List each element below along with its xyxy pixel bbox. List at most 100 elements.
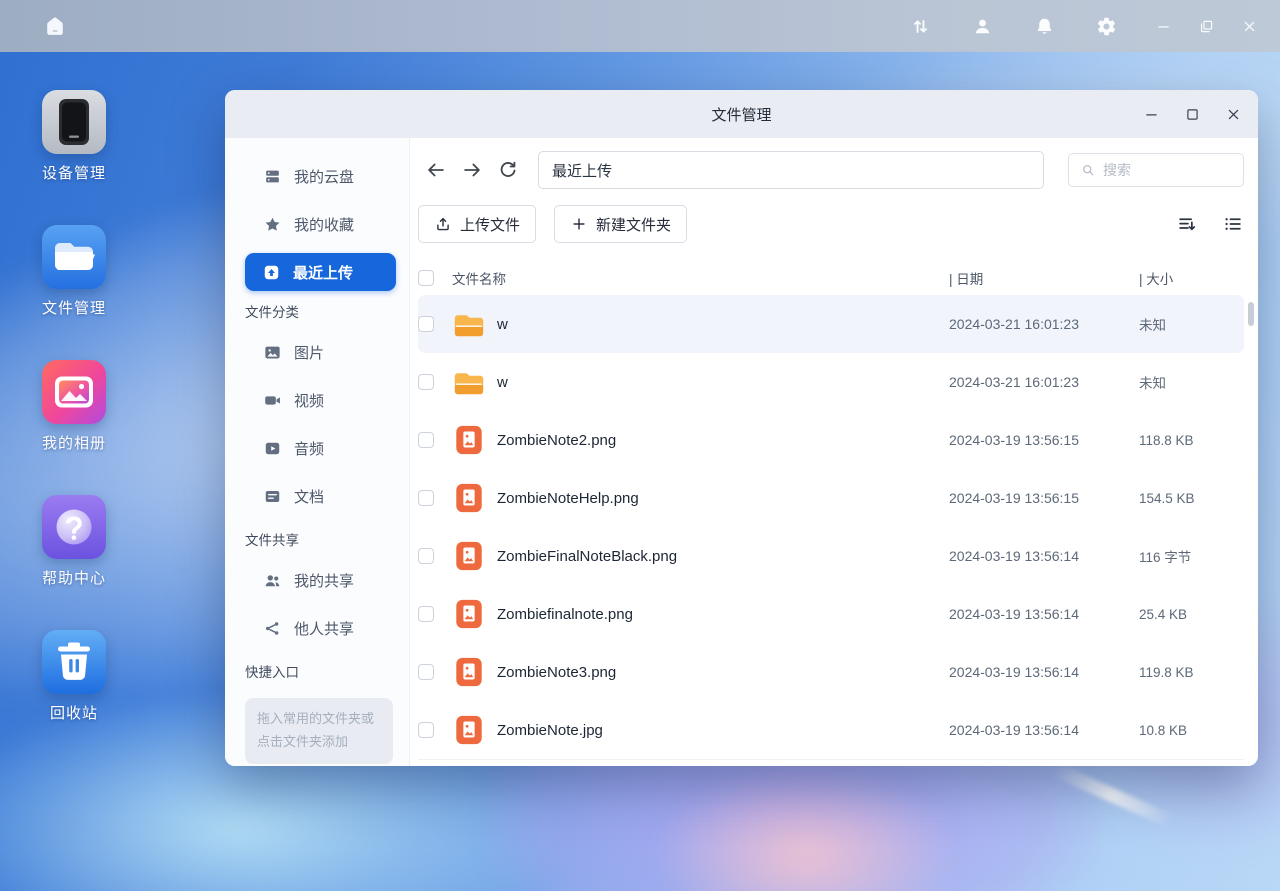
back-button[interactable] bbox=[425, 159, 447, 181]
sidebar-section-label: 快捷入口 bbox=[225, 656, 409, 686]
file-row[interactable]: ZombieNoteHelp.png2024-03-19 13:56:15154… bbox=[418, 469, 1244, 527]
file-row[interactable]: w2024-03-21 16:01:23未知 bbox=[418, 353, 1244, 411]
desktop-icon-label: 设备管理 bbox=[42, 162, 106, 183]
sidebar-section-label: 文件分类 bbox=[225, 296, 409, 326]
file-row[interactable]: ZombieNote2.png2024-03-19 13:56:15118.8 … bbox=[418, 411, 1244, 469]
file-manager-icon bbox=[42, 225, 106, 289]
quick-entry-dropzone[interactable]: 拖入常用的文件夹或点击文件夹添加 bbox=[245, 698, 393, 764]
upload-file-button[interactable]: 上传文件 bbox=[418, 205, 536, 243]
desktop-close-icon[interactable] bbox=[1241, 18, 1258, 35]
row-checkbox[interactable] bbox=[418, 664, 434, 680]
sidebar-item-label: 他人共享 bbox=[294, 618, 354, 639]
quick-entry-hint: 拖入常用的文件夹或 bbox=[257, 708, 381, 731]
file-name: ZombieNote3.png bbox=[497, 664, 616, 681]
sidebar-item-label: 我的收藏 bbox=[294, 214, 354, 235]
row-checkbox[interactable] bbox=[418, 490, 434, 506]
sidebar-item-my-shares[interactable]: 我的共享 bbox=[225, 556, 409, 604]
column-header-size[interactable]: | 大小 bbox=[1139, 268, 1244, 288]
file-list: w2024-03-21 16:01:23未知w2024-03-21 16:01:… bbox=[418, 295, 1244, 760]
image-file-icon bbox=[452, 714, 486, 746]
folder-icon bbox=[452, 308, 486, 340]
window-close-button[interactable] bbox=[1225, 106, 1242, 123]
row-checkbox[interactable] bbox=[418, 432, 434, 448]
desktop-icon-file-manager[interactable]: 文件管理 bbox=[24, 225, 124, 360]
desktop: 设备管理文件管理我的相册帮助中心回收站 文件管理 我的云盘我的收藏最近上传文件分… bbox=[0, 0, 1280, 891]
desktop-icon-my-album[interactable]: 我的相册 bbox=[24, 360, 124, 495]
address-value: 最近上传 bbox=[552, 160, 612, 181]
desktop-icon-column: 设备管理文件管理我的相册帮助中心回收站 bbox=[24, 90, 124, 765]
search-input[interactable]: 搜索 bbox=[1068, 153, 1244, 187]
recent-upload-icon bbox=[262, 263, 281, 282]
gear-icon[interactable] bbox=[1096, 16, 1117, 37]
picture-icon bbox=[263, 343, 282, 362]
refresh-button[interactable] bbox=[497, 159, 519, 181]
user-icon[interactable] bbox=[972, 16, 993, 37]
search-placeholder: 搜索 bbox=[1103, 160, 1131, 180]
row-checkbox[interactable] bbox=[418, 316, 434, 332]
bell-icon[interactable] bbox=[1034, 16, 1055, 37]
desktop-icon-label: 回收站 bbox=[50, 702, 98, 723]
transfer-icon[interactable] bbox=[910, 16, 931, 37]
folder-icon bbox=[452, 366, 486, 398]
sidebar-item-recent-uploads[interactable]: 最近上传 bbox=[245, 253, 396, 291]
sidebar-item-my-favorites[interactable]: 我的收藏 bbox=[225, 200, 409, 248]
sidebar-item-pictures[interactable]: 图片 bbox=[225, 328, 409, 376]
file-name: ZombieFinalNoteBlack.png bbox=[497, 548, 677, 565]
window-body: 我的云盘我的收藏最近上传文件分类图片视频音频文档文件共享我的共享他人共享快捷入口… bbox=[225, 138, 1258, 766]
launcher-home-icon[interactable] bbox=[44, 14, 66, 38]
desktop-icon-label: 我的相册 bbox=[42, 432, 106, 453]
column-header-name[interactable]: 文件名称 bbox=[452, 268, 949, 288]
file-date: 2024-03-19 13:56:14 bbox=[949, 722, 1139, 738]
select-all-checkbox[interactable] bbox=[418, 270, 434, 286]
desktop-icon-help-center[interactable]: 帮助中心 bbox=[24, 495, 124, 630]
file-name: Zombiefinalnote.png bbox=[497, 606, 633, 623]
window-titlebar[interactable]: 文件管理 bbox=[225, 90, 1258, 138]
list-view-button[interactable] bbox=[1222, 213, 1244, 235]
sort-order-button[interactable] bbox=[1176, 213, 1198, 235]
desktop-minimize-icon[interactable] bbox=[1155, 18, 1172, 35]
forward-button[interactable] bbox=[461, 159, 483, 181]
file-date: 2024-03-19 13:56:14 bbox=[949, 548, 1139, 564]
window-maximize-button[interactable] bbox=[1184, 106, 1201, 123]
row-checkbox[interactable] bbox=[418, 606, 434, 622]
file-row[interactable]: ZombieNote3.png2024-03-19 13:56:14119.8 … bbox=[418, 643, 1244, 701]
sidebar-item-documents[interactable]: 文档 bbox=[225, 472, 409, 520]
sidebar-item-others-shares[interactable]: 他人共享 bbox=[225, 604, 409, 652]
topbar-right-icons bbox=[869, 0, 1280, 52]
window-minimize-button[interactable] bbox=[1143, 106, 1160, 123]
sidebar-item-my-cloud-drive[interactable]: 我的云盘 bbox=[225, 152, 409, 200]
system-topbar bbox=[0, 0, 1280, 52]
column-header-date[interactable]: | 日期 bbox=[949, 268, 1139, 288]
scrollbar-thumb[interactable] bbox=[1248, 302, 1254, 326]
sidebar-item-videos[interactable]: 视频 bbox=[225, 376, 409, 424]
navigation-row: 最近上传 搜索 bbox=[418, 150, 1244, 190]
recycle-bin-icon bbox=[42, 630, 106, 694]
file-row[interactable]: ZombieNote.jpg2024-03-19 13:56:1410.8 KB bbox=[418, 701, 1244, 760]
file-row[interactable]: Zombiefinalnote.png2024-03-19 13:56:1425… bbox=[418, 585, 1244, 643]
device-manager-icon bbox=[42, 90, 106, 154]
action-row: 上传文件 新建文件夹 bbox=[418, 205, 1244, 243]
desktop-restore-icon[interactable] bbox=[1198, 18, 1215, 35]
file-size: 未知 bbox=[1139, 314, 1244, 334]
window-controls bbox=[1119, 90, 1242, 138]
row-checkbox[interactable] bbox=[418, 548, 434, 564]
row-checkbox[interactable] bbox=[418, 374, 434, 390]
search-icon bbox=[1080, 162, 1096, 178]
new-folder-button[interactable]: 新建文件夹 bbox=[554, 205, 687, 243]
upload-file-label: 上传文件 bbox=[460, 214, 520, 235]
address-input[interactable]: 最近上传 bbox=[538, 151, 1044, 189]
file-size: 118.8 KB bbox=[1139, 433, 1244, 448]
file-name: ZombieNote2.png bbox=[497, 432, 616, 449]
row-checkbox[interactable] bbox=[418, 722, 434, 738]
file-row[interactable]: ZombieFinalNoteBlack.png 2024-03-19 13:56… bbox=[418, 527, 1244, 585]
image-file-icon bbox=[452, 540, 486, 572]
sidebar-item-audio[interactable]: 音频 bbox=[225, 424, 409, 472]
file-row[interactable]: w2024-03-21 16:01:23未知 bbox=[418, 295, 1244, 353]
sidebar: 我的云盘我的收藏最近上传文件分类图片视频音频文档文件共享我的共享他人共享快捷入口… bbox=[225, 138, 410, 766]
sidebar-section-label: 文件共享 bbox=[225, 524, 409, 554]
desktop-icon-recycle-bin[interactable]: 回收站 bbox=[24, 630, 124, 765]
file-date: 2024-03-21 16:01:23 bbox=[949, 316, 1139, 332]
desktop-icon-device-manager[interactable]: 设备管理 bbox=[24, 90, 124, 225]
share-icon bbox=[263, 619, 282, 638]
table-header: 文件名称 | 日期 | 大小 bbox=[418, 261, 1244, 295]
